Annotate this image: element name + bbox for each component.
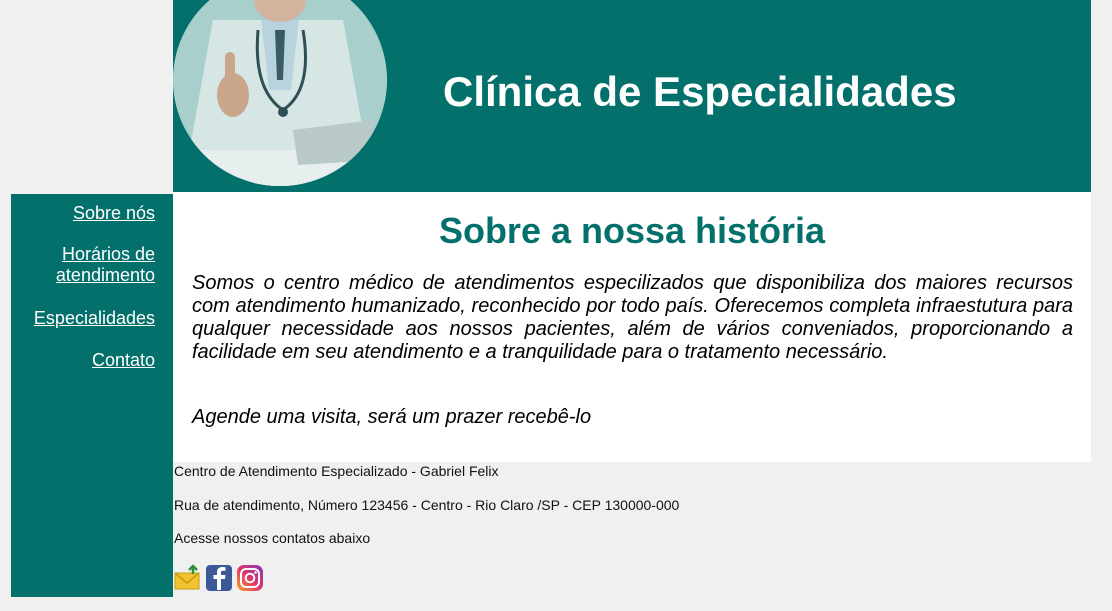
footer-contacts-label: Acesse nossos contatos abaixo (174, 530, 371, 546)
cta-text: Agende uma visita, será um prazer recebê… (192, 406, 592, 428)
doctor-photo (173, 0, 387, 186)
sidebar-item-sobre-nos[interactable]: Sobre nós (73, 203, 155, 224)
instagram-icon[interactable] (236, 564, 264, 592)
site-title: Clínica de Especialidades (443, 68, 957, 115)
header-banner: Clínica de Especialidades (173, 0, 1091, 192)
sidebar-item-contato[interactable]: Contato (92, 350, 155, 371)
section-title: Sobre a nossa história (438, 210, 826, 251)
footer-address: Rua de atendimento, Número 123456 - Cent… (174, 497, 680, 513)
sidebar-nav: Sobre nós Horários de atendimento Especi… (11, 194, 173, 597)
sidebar-item-especialidades[interactable]: Especialidades (34, 308, 155, 329)
email-icon[interactable] (174, 564, 202, 592)
about-paragraph: Somos o centro médico de atendimentos es… (192, 272, 1073, 363)
footer-company: Centro de Atendimento Especializado - Ga… (174, 463, 499, 479)
sidebar-item-horarios[interactable]: Horários de atendimento (35, 244, 155, 286)
facebook-icon[interactable] (205, 564, 233, 592)
main-content: Sobre a nossa história Somos o centro mé… (173, 192, 1091, 462)
